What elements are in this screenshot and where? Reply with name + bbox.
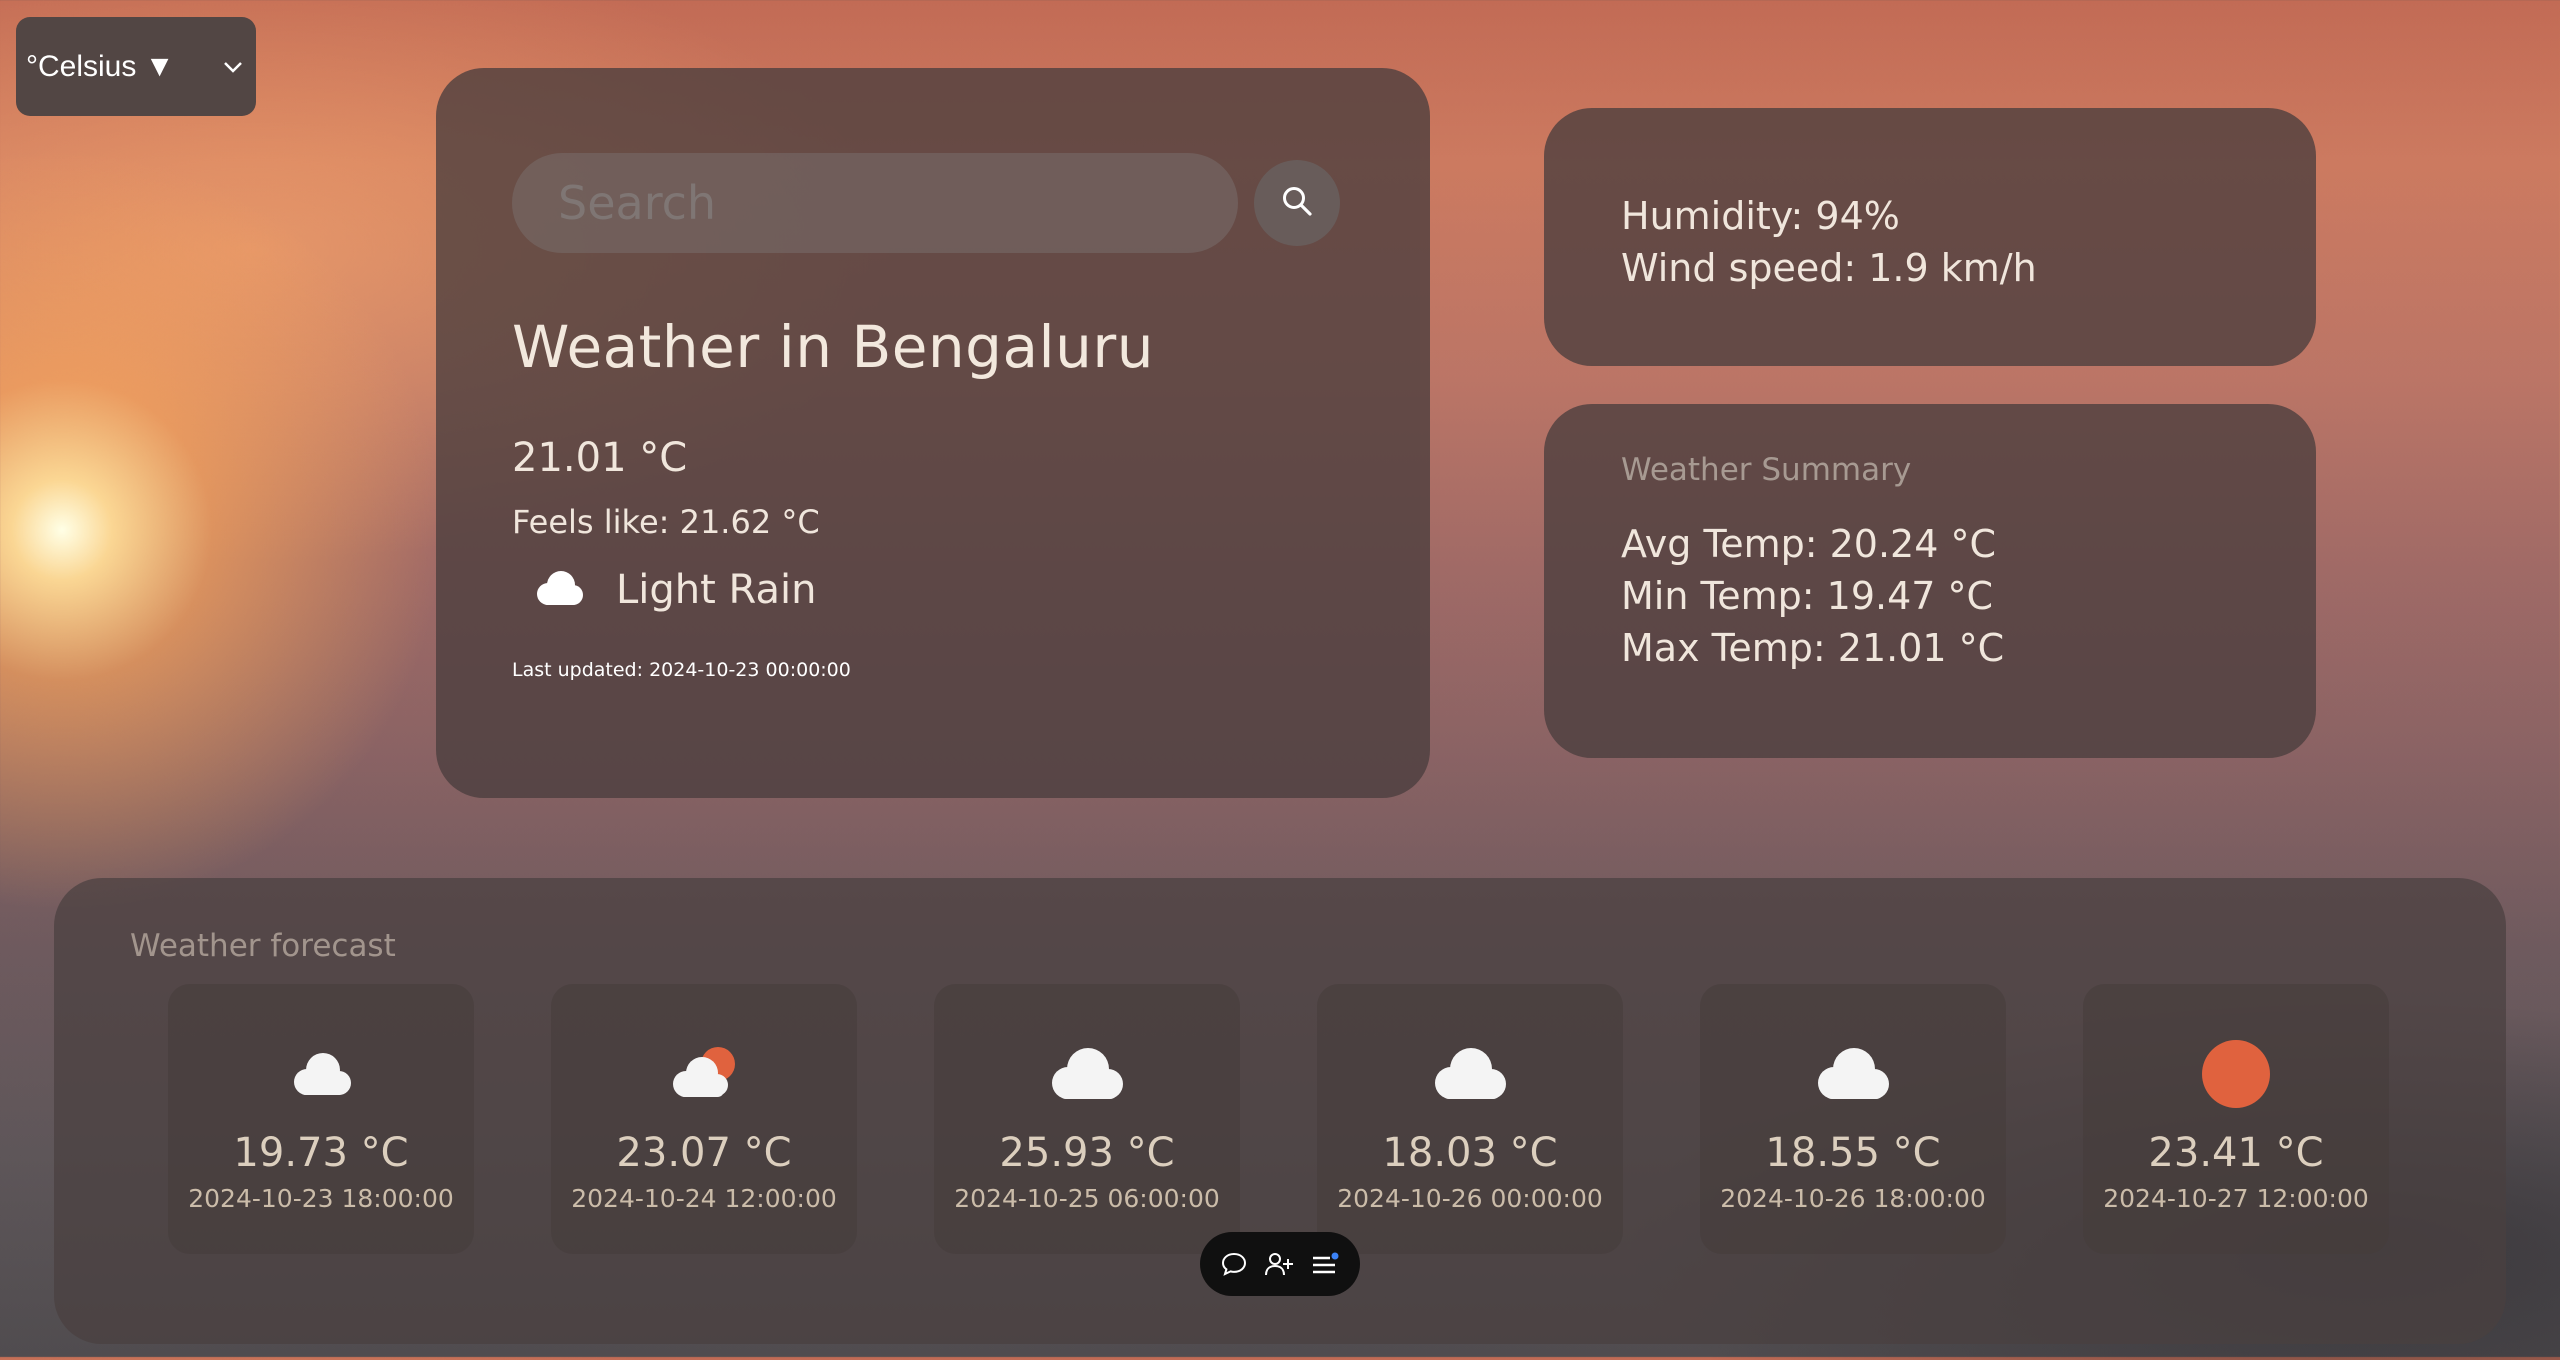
- forecast-item: 23.07 °C 2024-10-24 12:00:00: [551, 984, 857, 1254]
- forecast-temp: 19.73 °C: [233, 1130, 409, 1176]
- forecast-date: 2024-10-26 18:00:00: [1720, 1184, 1986, 1213]
- current-weather-card: Weather in Bengaluru 21.01 °C Feels like…: [436, 68, 1430, 798]
- sun-icon: [2199, 1034, 2273, 1114]
- cloud-icon: [1042, 1034, 1132, 1114]
- search-button[interactable]: [1254, 160, 1340, 246]
- humidity: Humidity: 94%: [1621, 194, 1900, 238]
- forecast-date: 2024-10-25 06:00:00: [954, 1184, 1220, 1213]
- feels-like: Feels like: 21.62 °C: [512, 503, 820, 541]
- weather-summary-card: Weather Summary Avg Temp: 20.24 °C Min T…: [1544, 404, 2316, 758]
- min-temp: Min Temp: 19.47 °C: [1621, 574, 1994, 618]
- weather-description: Light Rain: [616, 567, 817, 613]
- search-input[interactable]: [512, 153, 1238, 253]
- forecast-list: 19.73 °C 2024-10-23 18:00:00 23.07 °C 20…: [168, 984, 2430, 1254]
- last-updated: Last updated: 2024-10-23 00:00:00: [512, 659, 851, 681]
- forecast-date: 2024-10-27 12:00:00: [2103, 1184, 2369, 1213]
- forecast-temp: 25.93 °C: [999, 1130, 1175, 1176]
- forecast-item: 25.93 °C 2024-10-25 06:00:00: [934, 984, 1240, 1254]
- chevron-down-icon: [222, 60, 244, 74]
- unit-select-value: °Celsius ▼: [26, 49, 175, 83]
- wind-speed: Wind speed: 1.9 km/h: [1621, 246, 2037, 290]
- chat-icon[interactable]: [1220, 1250, 1248, 1278]
- menu-icon[interactable]: [1310, 1250, 1340, 1278]
- forecast-item: 19.73 °C 2024-10-23 18:00:00: [168, 984, 474, 1254]
- cloud-icon: [1808, 1034, 1898, 1114]
- city-title: Weather in Bengaluru: [512, 313, 1155, 381]
- forecast-item: 18.03 °C 2024-10-26 00:00:00: [1317, 984, 1623, 1254]
- forecast-date: 2024-10-24 12:00:00: [571, 1184, 837, 1213]
- forecast-temp: 23.07 °C: [616, 1130, 792, 1176]
- avg-temp: Avg Temp: 20.24 °C: [1621, 522, 1997, 566]
- forecast-temp: 18.03 °C: [1382, 1130, 1558, 1176]
- partly-cloudy-icon: [664, 1034, 744, 1114]
- current-temperature: 21.01 °C: [512, 435, 688, 481]
- forecast-item: 23.41 °C 2024-10-27 12:00:00: [2083, 984, 2389, 1254]
- details-card: Humidity: 94% Wind speed: 1.9 km/h: [1544, 108, 2316, 366]
- unit-select[interactable]: °Celsius ▼: [16, 17, 256, 116]
- forecast-date: 2024-10-26 00:00:00: [1337, 1184, 1603, 1213]
- summary-title: Weather Summary: [1621, 452, 1912, 488]
- forecast-temp: 18.55 °C: [1765, 1130, 1941, 1176]
- forecast-date: 2024-10-23 18:00:00: [188, 1184, 454, 1213]
- search-bar: [512, 153, 1354, 253]
- forecast-title: Weather forecast: [130, 928, 396, 964]
- search-icon: [1280, 184, 1314, 222]
- cloud-icon: [285, 1034, 357, 1114]
- max-temp: Max Temp: 21.01 °C: [1621, 626, 2005, 670]
- forecast-item: 18.55 °C 2024-10-26 18:00:00: [1700, 984, 2006, 1254]
- add-user-icon[interactable]: [1264, 1250, 1294, 1278]
- floating-toolbar: [1200, 1232, 1360, 1296]
- forecast-temp: 23.41 °C: [2148, 1130, 2324, 1176]
- cloud-icon: [530, 568, 586, 612]
- cloud-icon: [1425, 1034, 1515, 1114]
- weather-description-row: Light Rain: [512, 567, 1354, 613]
